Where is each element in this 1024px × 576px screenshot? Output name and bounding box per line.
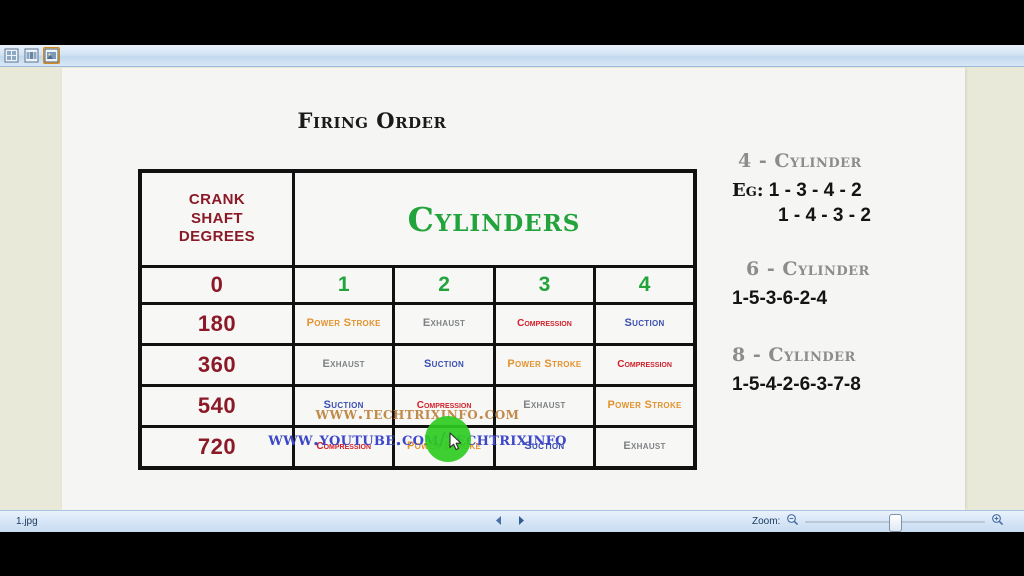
cell-cylinder-1: 1 xyxy=(291,265,396,305)
zoom-slider-thumb[interactable] xyxy=(889,513,903,532)
slide-page: Firing Order CRANK SHAFT DEGREES Cylinde… xyxy=(62,68,965,510)
heading-4-cylinder: 4 - Cylinder xyxy=(738,150,862,172)
cell-cylinder-2: 2 xyxy=(392,265,496,305)
group-6-cylinder: 6 - Cylinder 1-5-3-6-2-4 xyxy=(732,258,962,312)
navigation-arrows xyxy=(494,513,526,531)
video-screen: Firing Order CRANK SHAFT DEGREES Cylinde… xyxy=(0,0,1024,576)
zoom-control: Zoom: xyxy=(752,513,1004,532)
zoom-in-icon[interactable] xyxy=(991,513,1004,531)
cell-degrees-0: 0 xyxy=(138,265,295,305)
zoom-out-icon[interactable] xyxy=(786,513,799,531)
header-line-1: CRANK xyxy=(188,190,246,208)
group-4-cylinder: 4 - Cylinder Eg: 1 - 3 - 4 - 2 1 - 4 - 3… xyxy=(732,150,962,228)
status-bar: 1.jpg Zoom: xyxy=(0,510,1024,532)
header-crank-shaft-degrees: CRANK SHAFT DEGREES xyxy=(138,169,295,268)
cell-degrees-360: 360 xyxy=(138,343,295,387)
thumbnail-view-icon[interactable] xyxy=(3,47,20,64)
next-image-icon[interactable] xyxy=(517,513,526,531)
footer-links: www.techtrixinfo.com www.youtube.com/tec… xyxy=(138,404,697,450)
order-4-primary-value: 1 - 3 - 4 - 2 xyxy=(768,180,862,201)
image-viewer-window: Firing Order CRANK SHAFT DEGREES Cylinde… xyxy=(0,45,1024,532)
table-header-row: CRANK SHAFT DEGREES Cylinders xyxy=(138,169,697,268)
header-line-3: DEGREES xyxy=(178,228,256,246)
header-cylinders: Cylinders xyxy=(292,169,697,268)
group-8-cylinder: 8 - Cylinder 1-5-4-2-6-3-7-8 xyxy=(732,344,962,398)
filmstrip-view-icon[interactable] xyxy=(23,47,40,64)
youtube-link: www.youtube.com/techtrixinfo xyxy=(268,429,567,450)
heading-8-cylinder: 8 - Cylinder xyxy=(732,344,856,367)
order-8-cylinder-value: 1-5-4-2-6-3-7-8 xyxy=(732,374,861,396)
eg-prefix-label: Eg: xyxy=(732,180,764,201)
header-line-2: SHAFT xyxy=(191,209,243,227)
zoom-label: Zoom: xyxy=(752,516,781,527)
cell-r0-c1: Power Stroke xyxy=(291,302,396,346)
table-row: 180 Power Stroke Exhaust Compression Suc… xyxy=(138,302,697,346)
heading-6-cylinder: 6 - Cylinder xyxy=(746,258,870,281)
cell-r0-c2: Exhaust xyxy=(392,302,496,346)
cell-r1-c1: Exhaust xyxy=(291,343,396,387)
cell-r1-c4: Compression xyxy=(593,343,697,387)
website-link: www.techtrixinfo.com xyxy=(315,404,520,424)
cell-r0-c4: Suction xyxy=(593,302,697,346)
document-area[interactable]: Firing Order CRANK SHAFT DEGREES Cylinde… xyxy=(0,68,1024,510)
letterbox-top xyxy=(0,0,1024,45)
cell-degrees-180: 180 xyxy=(138,302,295,346)
order-4-secondary-value: 1 - 4 - 3 - 2 xyxy=(778,204,871,226)
cell-cylinder-4: 4 xyxy=(593,265,697,305)
firing-order-reference-panel: 4 - Cylinder Eg: 1 - 3 - 4 - 2 1 - 4 - 3… xyxy=(732,150,962,422)
previous-image-icon[interactable] xyxy=(494,513,503,531)
cell-cylinder-3: 3 xyxy=(492,265,597,305)
table-row: 360 Exhaust Suction Power Stroke Compres… xyxy=(138,343,697,387)
cell-r1-c3: Power Stroke xyxy=(492,343,597,387)
order-6-cylinder-value: 1-5-3-6-2-4 xyxy=(732,288,828,310)
status-filename: 1.jpg xyxy=(16,516,38,527)
letterbox-bottom xyxy=(0,532,1024,576)
toolbar xyxy=(0,45,1024,67)
single-image-view-icon[interactable] xyxy=(43,47,60,64)
table-number-row: 0 1 2 3 4 xyxy=(138,265,697,305)
cell-r1-c2: Suction xyxy=(392,343,496,387)
zoom-slider[interactable] xyxy=(805,513,986,532)
order-4-cylinder-primary: Eg: 1 - 3 - 4 - 2 xyxy=(732,179,962,204)
page-title: Firing Order xyxy=(297,108,447,133)
cell-r0-c3: Compression xyxy=(492,302,597,346)
